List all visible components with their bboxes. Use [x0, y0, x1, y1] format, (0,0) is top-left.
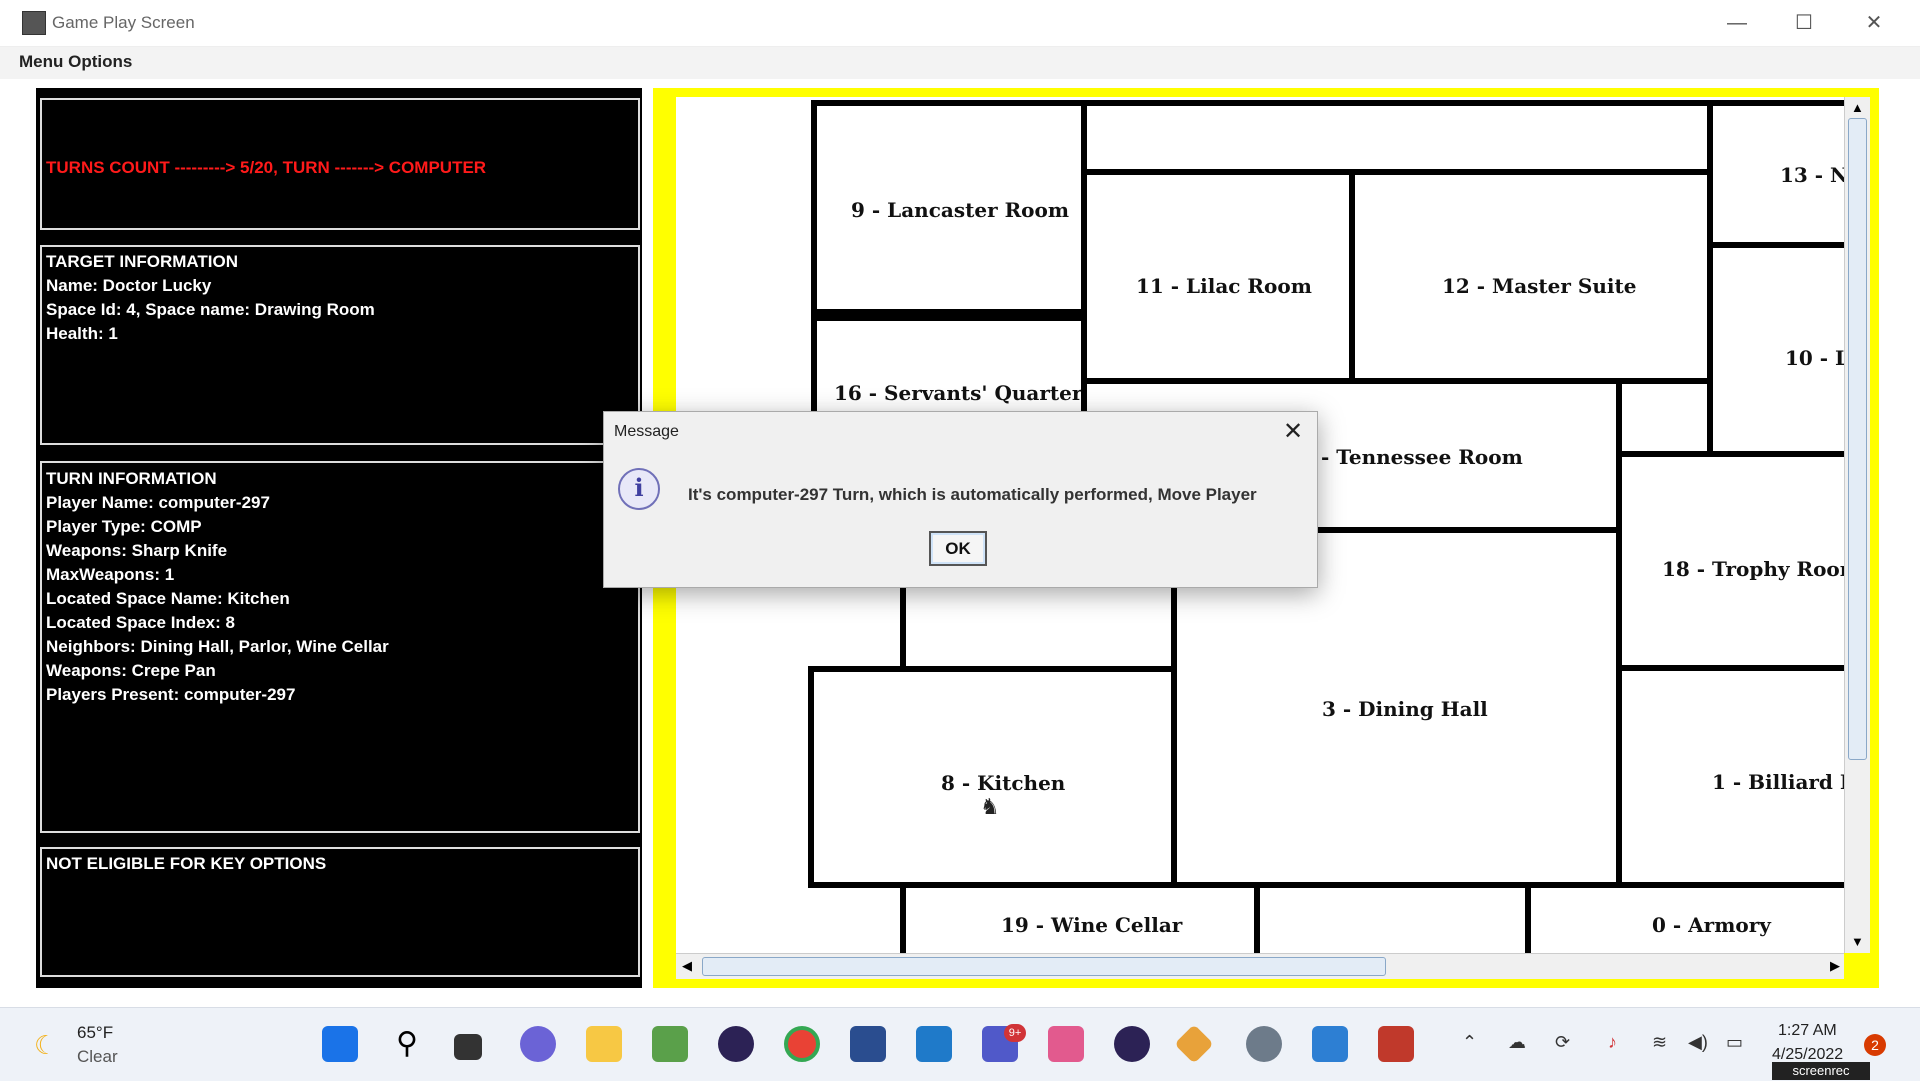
scroll-right-arrow-icon[interactable]: ▶	[1830, 958, 1840, 974]
key-options-panel: NOT ELIGIBLE FOR KEY OPTIONS	[40, 847, 640, 977]
search-icon[interactable]: ⚲	[389, 1026, 425, 1062]
target-info-line: Space Id: 4, Space name: Drawing Room	[46, 300, 375, 319]
turn-info-line: Located Space Index: 8	[46, 613, 235, 632]
player-icon: ♞	[980, 794, 1000, 819]
target-info-heading: TARGET INFORMATION	[46, 252, 239, 271]
room-label: 1 - Billiard R	[1712, 770, 1844, 794]
notes-icon[interactable]	[916, 1026, 952, 1062]
microphone-icon[interactable]: ♪	[1608, 1032, 1617, 1053]
room-label: 13 - N	[1780, 163, 1844, 187]
room-label: 0 - Armory	[1652, 913, 1771, 937]
photos-icon[interactable]	[1312, 1026, 1348, 1062]
turns-panel: TURNS COUNT ---------> 5/20, TURN ------…	[40, 98, 640, 230]
eclipse-icon-2[interactable]	[1114, 1026, 1150, 1062]
room-billiard[interactable]: 1 - Billiard R	[1616, 665, 1844, 888]
chevron-up-icon[interactable]: ⌃	[1462, 1032, 1477, 1053]
chat-icon[interactable]	[520, 1026, 556, 1062]
title-bar	[0, 0, 1920, 47]
room-kitchen[interactable]: 8 - Kitchen ♞	[808, 666, 1177, 888]
room-wine-cellar[interactable]: 19 - Wine Cellar	[900, 882, 1260, 953]
room-label: 10 - L	[1785, 346, 1844, 370]
close-button[interactable]: ✕	[1854, 8, 1894, 38]
weather-condition[interactable]: Clear	[77, 1047, 118, 1067]
room-lancaster[interactable]: 9 - Lancaster Room	[811, 100, 1087, 315]
turn-info-line: MaxWeapons: 1	[46, 565, 175, 584]
chrome-icon[interactable]	[784, 1026, 820, 1062]
turn-info-heading: TURN INFORMATION	[46, 469, 217, 488]
room-trophy[interactable]: 18 - Trophy Room	[1616, 451, 1844, 671]
sync-icon[interactable]: ⟳	[1555, 1032, 1570, 1053]
turn-info-line: Weapons: Crepe Pan	[46, 661, 216, 680]
taskbar	[0, 1007, 1920, 1081]
dialog-close-button[interactable]: ✕	[1278, 417, 1308, 447]
settings-icon[interactable]	[1246, 1026, 1282, 1062]
turn-info-line: Players Present: computer-297	[46, 685, 296, 704]
room-13[interactable]: 13 - N	[1707, 100, 1844, 248]
room-label: 9 - Lancaster Room	[851, 198, 1070, 222]
java-icon[interactable]	[1378, 1026, 1414, 1062]
info-icon: i	[618, 468, 660, 510]
room-master-suite[interactable]: 12 - Master Suite	[1349, 169, 1713, 384]
target-info-line: Health: 1	[46, 324, 118, 343]
turn-info-line: Located Space Name: Kitchen	[46, 589, 290, 608]
room-unlabeled-small[interactable]	[1616, 378, 1713, 457]
room-label: 3 - Dining Hall	[1322, 697, 1488, 721]
volume-icon[interactable]: ◀)	[1688, 1032, 1708, 1053]
battery-icon[interactable]: ▭	[1726, 1032, 1743, 1053]
minimize-button[interactable]: —	[1717, 8, 1757, 38]
room-10[interactable]: 10 - L	[1707, 242, 1844, 457]
wifi-icon[interactable]: ≋	[1652, 1032, 1667, 1053]
room-label: 16 - Servants' Quarters	[834, 381, 1094, 405]
scroll-up-arrow-icon[interactable]: ▲	[1851, 100, 1864, 115]
turn-info-line: Player Name: computer-297	[46, 493, 270, 512]
scroll-down-arrow-icon[interactable]: ▼	[1851, 934, 1864, 949]
turn-info-line: Player Type: COMP	[46, 517, 202, 536]
ok-button[interactable]: OK	[929, 531, 987, 566]
room-unlabeled-bottom[interactable]	[1254, 882, 1531, 953]
vertical-scroll-thumb[interactable]	[1848, 118, 1867, 760]
moon-icon[interactable]: ☾	[34, 1030, 57, 1061]
eclipse-icon[interactable]	[718, 1026, 754, 1062]
notification-badge[interactable]: 2	[1864, 1034, 1886, 1056]
scroll-left-arrow-icon[interactable]: ◀	[682, 958, 692, 974]
menu-bar	[0, 47, 1920, 79]
room-label: - Tennessee Room	[1321, 445, 1523, 469]
room-label: 19 - Wine Cellar	[1001, 913, 1183, 937]
turns-count-text: TURNS COUNT ---------> 5/20, TURN ------…	[46, 158, 487, 177]
start-icon[interactable]	[322, 1026, 358, 1062]
screen-recorder-badge: screenrec	[1772, 1062, 1870, 1080]
file-explorer-icon[interactable]	[586, 1026, 622, 1062]
room-label: 12 - Master Suite	[1442, 274, 1637, 298]
clock-time[interactable]: 1:27 AM	[1778, 1022, 1837, 1040]
dialog-message: It's computer-297 Turn, which is automat…	[688, 485, 1257, 504]
teams-badge: 9+	[1004, 1024, 1026, 1042]
turn-info-panel: TURN INFORMATION Player Name: computer-2…	[40, 461, 640, 833]
room-label: 11 - Lilac Room	[1136, 274, 1312, 298]
cloud-icon[interactable]: ☁	[1508, 1032, 1526, 1053]
dialog-title: Message	[614, 423, 679, 440]
target-info-line: Name: Doctor Lucky	[46, 276, 212, 295]
target-info-panel: TARGET INFORMATION Name: Doctor Lucky Sp…	[40, 245, 640, 445]
room-armory[interactable]: 0 - Armory	[1525, 882, 1844, 953]
room-label: 18 - Trophy Room	[1662, 557, 1844, 581]
task-view-icon[interactable]	[454, 1034, 482, 1060]
key-options-text: NOT ELIGIBLE FOR KEY OPTIONS	[46, 854, 327, 873]
snipping-tool-icon[interactable]	[1048, 1026, 1084, 1062]
horizontal-scroll-thumb[interactable]	[702, 957, 1386, 976]
turn-info-line: Weapons: Sharp Knife	[46, 541, 228, 560]
menu-options[interactable]: Menu Options	[19, 52, 132, 72]
turn-info-line: Neighbors: Dining Hall, Parlor, Wine Cel…	[46, 637, 389, 656]
ide-icon[interactable]	[850, 1026, 886, 1062]
window-title: Game Play Screen	[52, 13, 195, 32]
app-icon	[22, 11, 46, 35]
notepad-icon[interactable]	[652, 1026, 688, 1062]
room-lilac[interactable]: 11 - Lilac Room	[1081, 169, 1355, 384]
maximize-button[interactable]: ☐	[1784, 8, 1824, 38]
room-label: 8 - Kitchen	[941, 771, 1066, 795]
weather-temperature[interactable]: 65°F	[77, 1023, 113, 1043]
room-unlabeled-top[interactable]	[1081, 100, 1713, 175]
